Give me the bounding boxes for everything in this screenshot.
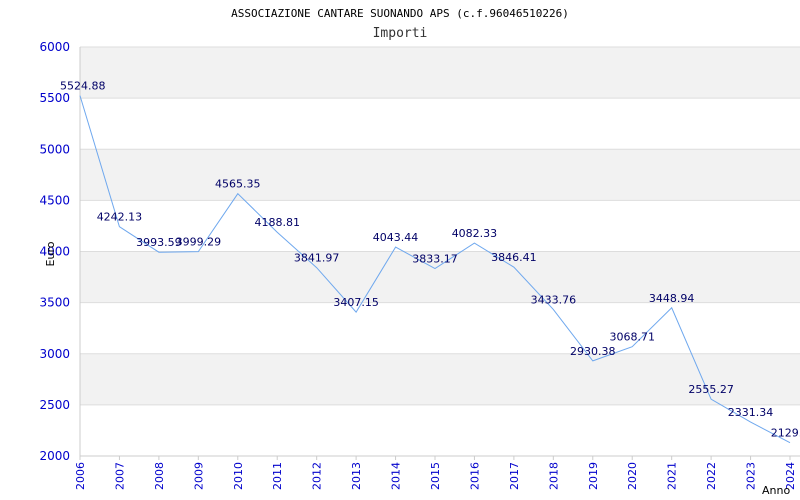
y-tick-label: 5500 [39, 91, 70, 105]
x-tick-label: 2021 [666, 462, 679, 490]
data-label: 3068.71 [609, 331, 655, 344]
data-label: 3448.94 [649, 292, 695, 305]
x-tick-label: 2011 [271, 462, 284, 490]
x-tick-label: 2022 [705, 462, 718, 490]
x-tick-label: 2016 [468, 462, 481, 490]
y-tick-label: 4500 [39, 193, 70, 207]
data-label: 3999.29 [176, 236, 222, 249]
data-label: 2129.8 [771, 427, 800, 440]
y-axis-label: Euro [44, 241, 57, 266]
chart-title: ASSOCIAZIONE CANTARE SUONANDO APS (c.f.9… [231, 7, 569, 20]
x-tick-label: 2012 [311, 462, 324, 490]
x-tick-label: 2007 [113, 462, 126, 490]
x-axis-label: Anno [762, 484, 790, 497]
x-tick-label: 2008 [153, 462, 166, 490]
y-tick-label: 2000 [39, 449, 70, 463]
x-tick-label: 2013 [350, 462, 363, 490]
chart-subtitle: Importi [373, 26, 428, 41]
x-tick-label: 2015 [429, 462, 442, 490]
data-label: 5524.88 [60, 80, 106, 93]
data-label: 2930.38 [570, 345, 616, 358]
y-tick-label: 3500 [39, 296, 70, 310]
x-tick-label: 2019 [587, 462, 600, 490]
x-tick-label: 2023 [745, 462, 758, 490]
y-tick-label: 6000 [39, 40, 70, 54]
x-tick-label: 2017 [508, 462, 521, 490]
data-label: 3407.15 [333, 296, 379, 309]
data-label: 3846.41 [491, 251, 537, 264]
line-chart: ASSOCIAZIONE CANTARE SUONANDO APS (c.f.9… [39, 7, 800, 497]
data-label: 4082.33 [452, 227, 498, 240]
x-tick-label: 2020 [626, 462, 639, 490]
data-label: 4043.44 [373, 231, 419, 244]
data-label: 4188.81 [254, 216, 300, 229]
data-label: 2555.27 [688, 383, 734, 396]
x-axis-ticks: 2006 2007 2008 2009 2010 2011 2012 2013 2014 2015… [74, 456, 797, 490]
data-label: 4565.35 [215, 178, 261, 191]
y-tick-label: 2500 [39, 398, 70, 412]
x-tick-label: 2018 [547, 462, 560, 490]
grid-band [80, 149, 800, 201]
grid-bands [80, 47, 800, 405]
data-label: 2331.34 [728, 406, 774, 419]
grid-band [80, 47, 800, 99]
x-tick-label: 2014 [390, 462, 403, 490]
data-label: 3433.76 [531, 293, 577, 306]
data-label: 3841.97 [294, 252, 340, 265]
grid-band [80, 353, 800, 405]
y-tick-label: 3000 [39, 347, 70, 361]
x-tick-label: 2009 [192, 462, 205, 490]
data-label: 3833.17 [412, 253, 458, 266]
x-tick-label: 2010 [232, 462, 245, 490]
y-tick-label: 5000 [39, 142, 70, 156]
data-label: 4242.13 [97, 211, 143, 224]
x-tick-label: 2006 [74, 462, 87, 490]
